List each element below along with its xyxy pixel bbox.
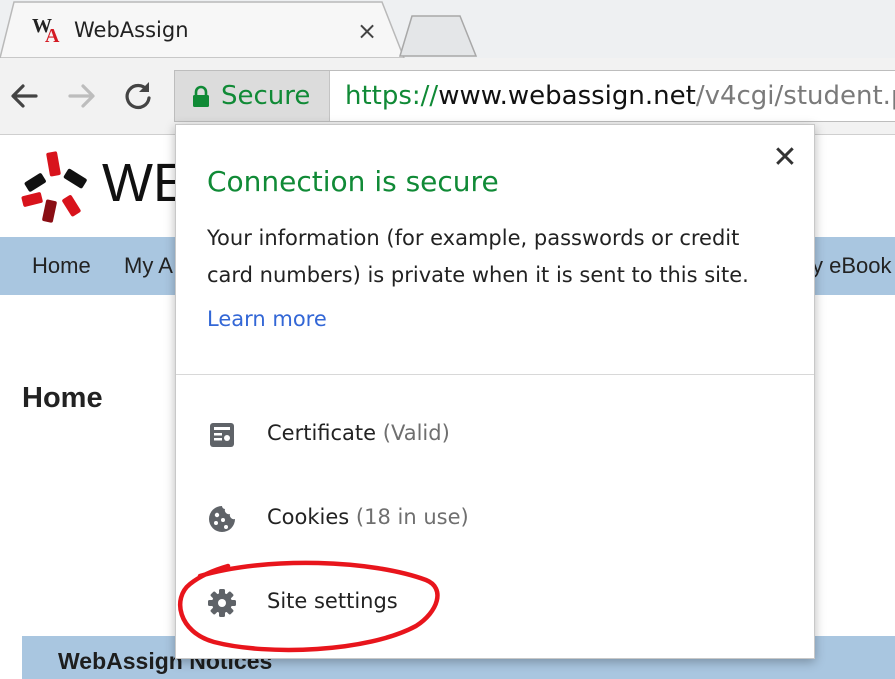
webassign-favicon: W A <box>32 15 60 44</box>
certificate-label: Certificate (Valid) <box>267 421 450 445</box>
page-title: Home <box>22 382 103 414</box>
back-arrow-icon[interactable] <box>6 78 42 114</box>
url-host: www.webassign.net <box>438 81 696 111</box>
nav-link-home[interactable]: Home <box>32 253 91 279</box>
webassign-logo <box>21 151 87 223</box>
site-settings-row[interactable]: Site settings <box>207 584 767 624</box>
site-info-popup: ✕ Connection is secure Your information … <box>175 124 815 659</box>
popup-description-line-1: Your information (for example, passwords… <box>207 226 740 250</box>
browser-tab-strip: W A WebAssign × <box>0 0 895 58</box>
lock-icon <box>193 85 209 107</box>
gear-icon <box>208 589 236 617</box>
svg-text:A: A <box>45 25 60 44</box>
certificate-text: Certificate <box>267 421 377 445</box>
certificate-row[interactable]: Certificate (Valid) <box>207 416 767 456</box>
cookies-status: (18 in use) <box>355 505 469 529</box>
tab-close-button[interactable]: × <box>354 18 380 44</box>
cookie-icon <box>209 506 235 532</box>
reload-icon[interactable] <box>120 78 156 114</box>
popup-divider <box>176 374 814 375</box>
popup-title: Connection is secure <box>207 165 499 198</box>
url-text[interactable]: https://www.webassign.net/v4cgi/student.… <box>345 81 895 111</box>
popup-description-line-2: card numbers) is private when it is sent… <box>207 263 749 287</box>
tab-title: WebAssign <box>74 18 189 42</box>
site-settings-label: Site settings <box>267 589 398 613</box>
close-icon[interactable]: ✕ <box>770 143 800 173</box>
cookies-label: Cookies (18 in use) <box>267 505 469 529</box>
security-chip[interactable]: Secure <box>175 71 330 121</box>
new-tab-icon[interactable] <box>396 12 486 58</box>
popup-description: Your information (for example, passwords… <box>207 220 787 294</box>
url-path: /v4cgi/student.pl? <box>695 81 895 111</box>
certificate-status: (Valid) <box>382 421 450 445</box>
url-scheme: https:// <box>345 81 439 111</box>
secure-label: Secure <box>221 81 311 111</box>
learn-more-link[interactable]: Learn more <box>207 307 327 331</box>
nav-link-my-assignments[interactable]: My A <box>124 253 173 279</box>
nav-link-ebook[interactable]: y eBook <box>812 253 892 279</box>
cookies-text: Cookies <box>267 505 350 529</box>
address-bar[interactable]: Secure https://www.webassign.net/v4cgi/s… <box>174 70 895 122</box>
certificate-icon <box>210 423 234 447</box>
cookies-row[interactable]: Cookies (18 in use) <box>207 500 767 540</box>
forward-arrow-icon[interactable] <box>64 78 100 114</box>
